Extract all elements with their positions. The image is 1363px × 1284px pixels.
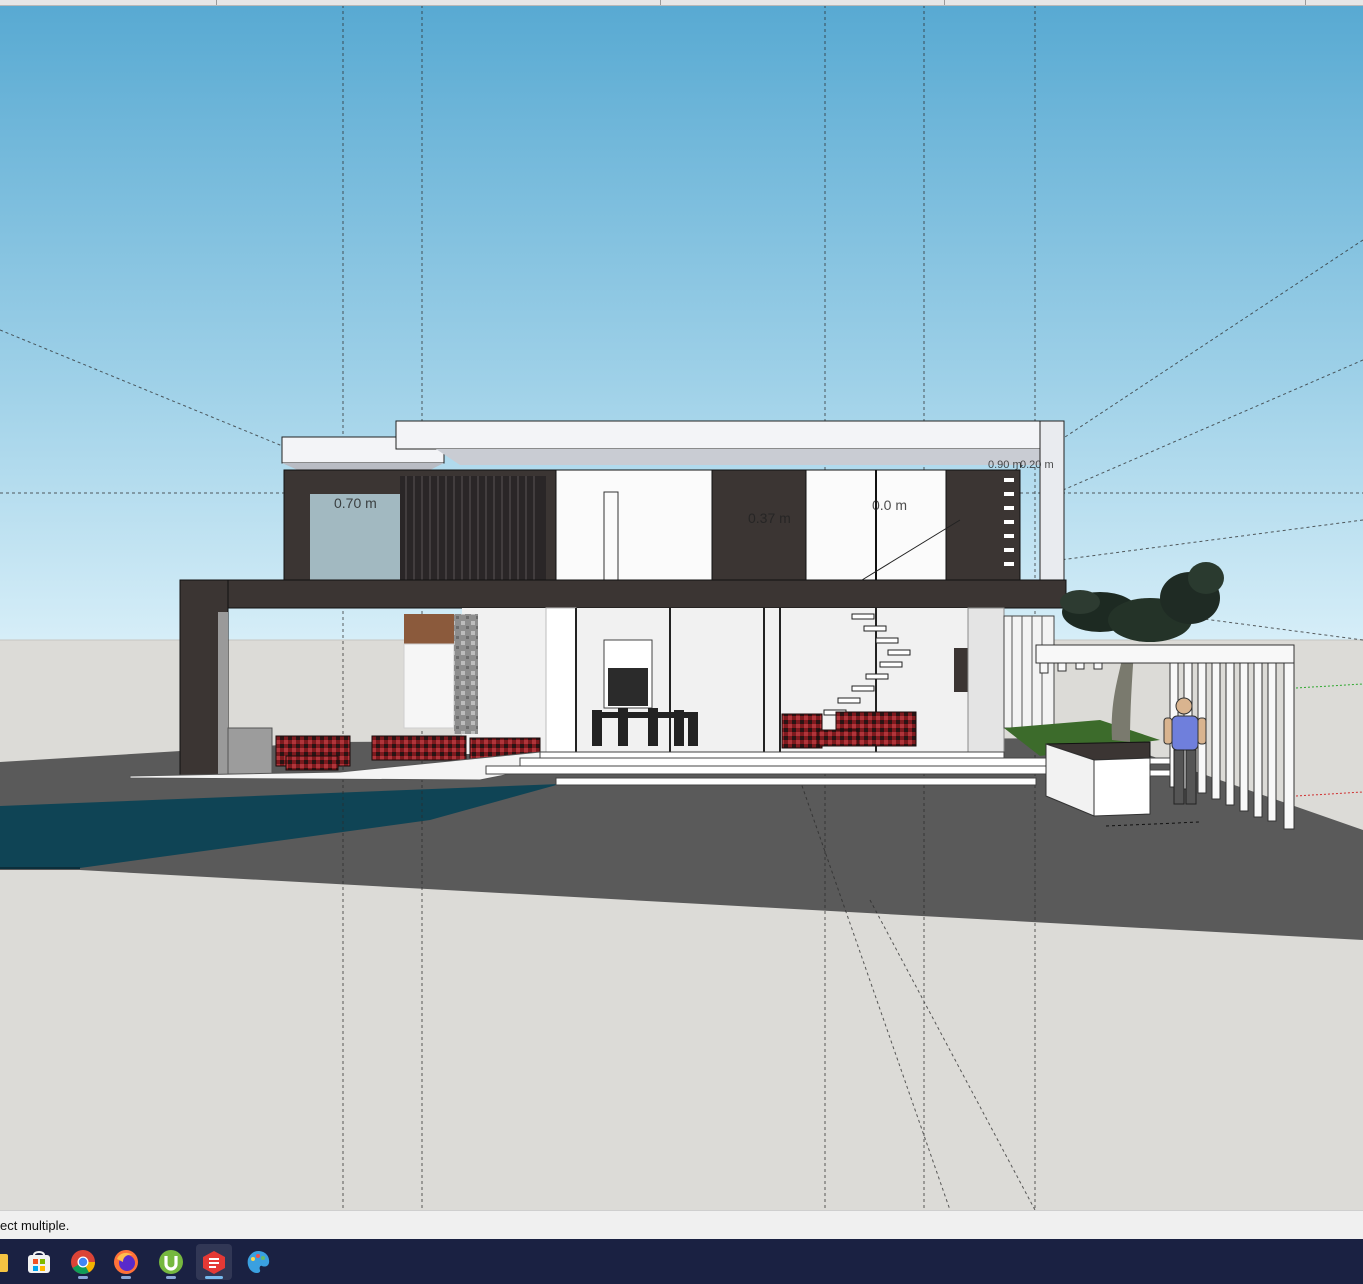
- utorrent-icon[interactable]: [153, 1244, 189, 1280]
- floor-slab-band: [179, 579, 1067, 609]
- status-text: ect multiple.: [0, 1218, 70, 1233]
- dimension-label: 0.37 m: [748, 510, 791, 526]
- upper-window-left: [555, 469, 713, 583]
- sketchup-icon[interactable]: [196, 1244, 232, 1280]
- main-roof-slab: [395, 420, 1065, 450]
- sketchup-viewport[interactable]: 0.70 m 0.37 m 0.0 m 0.90 m 0.20 m: [0, 0, 1363, 1210]
- dimension-label: 0.70 m: [334, 495, 377, 511]
- status-bar: ect multiple.: [0, 1210, 1363, 1239]
- stone-column: [454, 614, 478, 734]
- toolbar-edge: [0, 0, 1363, 6]
- dimension-label: 0.0 m: [872, 497, 907, 513]
- paint-icon[interactable]: [240, 1244, 276, 1280]
- dimension-label: 0.90 m: [988, 459, 1022, 471]
- windows-taskbar: [0, 1239, 1363, 1284]
- wood-panel: [404, 614, 454, 644]
- chrome-icon[interactable]: [65, 1244, 101, 1280]
- firefox-icon[interactable]: [108, 1244, 144, 1280]
- microsoft-store-icon[interactable]: [21, 1244, 57, 1280]
- 3d-model-scene[interactable]: 0.70 m 0.37 m 0.0 m 0.90 m 0.20 m: [0, 0, 1363, 1210]
- dimension-label: 0.20 m: [1020, 459, 1054, 471]
- timber-screen: [400, 476, 546, 582]
- entry-steps: [485, 751, 1051, 786]
- file-explorer-icon[interactable]: [0, 1244, 14, 1280]
- ground-floor-wall: [462, 608, 1002, 754]
